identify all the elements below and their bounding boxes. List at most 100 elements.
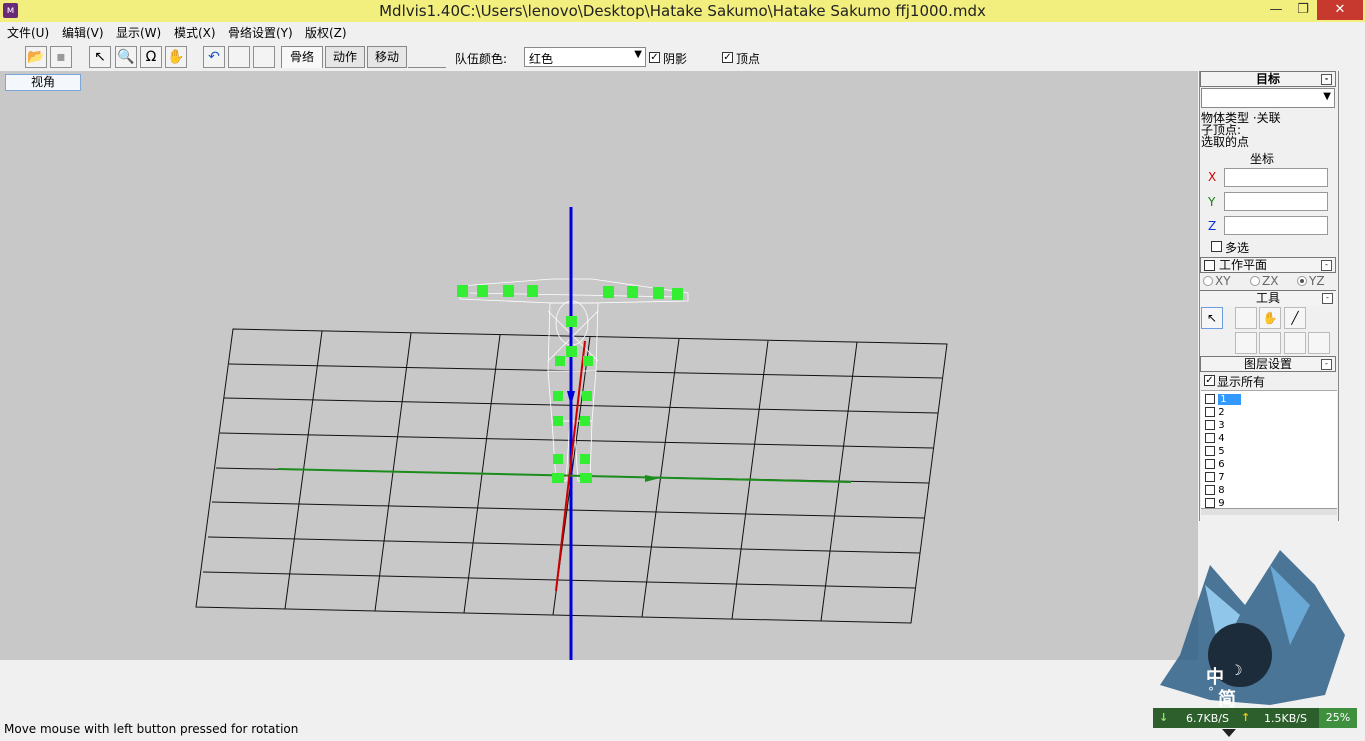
target-header: 目标 - xyxy=(1200,71,1336,87)
plane-xy-radio[interactable] xyxy=(1203,276,1213,286)
rotate-icon[interactable]: Ω xyxy=(140,46,162,68)
z-coordinate-input[interactable] xyxy=(1224,216,1328,235)
ime-widget[interactable]: 中 ☽ ° 简 xyxy=(1150,545,1350,710)
tab-underline xyxy=(408,67,446,68)
menu-display[interactable]: 显示(W) xyxy=(116,24,161,41)
coords-header: 坐标 xyxy=(1249,152,1274,166)
3d-viewport[interactable] xyxy=(0,71,1198,660)
download-speed: 6.7KB/S xyxy=(1186,712,1229,725)
menu-edit[interactable]: 编辑(V) xyxy=(62,24,104,41)
properties-panel: 目标 - ▼ 物体类型 ·关联 子顶点: 选取的点 坐标 X Y Z 多选 工作… xyxy=(1199,71,1339,521)
viewport-canvas[interactable] xyxy=(0,71,1198,660)
team-color-value: 红色 xyxy=(529,52,554,66)
moon-icon: ☽ xyxy=(1230,663,1243,679)
list-item[interactable]: 7 xyxy=(1205,471,1225,484)
tool-blank-button[interactable] xyxy=(1308,332,1330,354)
download-arrow-icon: ↓ xyxy=(1159,711,1169,724)
list-item[interactable]: 4 xyxy=(1205,432,1225,445)
x-coordinate-input[interactable] xyxy=(1224,168,1328,187)
upload-arrow-icon: ↑ xyxy=(1241,711,1251,724)
title-bar: ᴍ Mdlvis1.40C:\Users\lenovo\Desktop\Hata… xyxy=(0,0,1365,22)
plane-yz-radio[interactable] xyxy=(1297,276,1307,286)
list-item[interactable]: 1 xyxy=(1205,393,1241,406)
dropdown-arrow-icon[interactable] xyxy=(1222,729,1236,737)
plane-yz-label: YZ xyxy=(1309,274,1325,288)
cpu-percent: 25% xyxy=(1319,708,1357,728)
list-item[interactable]: 5 xyxy=(1205,445,1225,458)
plane-zx-radio[interactable] xyxy=(1250,276,1260,286)
list-item[interactable]: 8 xyxy=(1205,484,1225,497)
pan-hand-icon[interactable]: ✋ xyxy=(165,46,187,68)
axis-y-line xyxy=(277,468,852,483)
multi-select-checkbox[interactable] xyxy=(1211,241,1222,252)
menu-file[interactable]: 文件(U) xyxy=(7,24,49,41)
y-coordinate-input[interactable] xyxy=(1224,192,1328,211)
tools-header: 工具 - xyxy=(1200,290,1336,306)
tab-move[interactable]: 移动 xyxy=(367,46,407,68)
work-plane-header: 工作平面 - xyxy=(1200,257,1336,273)
redo-icon[interactable] xyxy=(228,46,250,68)
menu-bone-settings[interactable]: 骨络设置(Y) xyxy=(228,24,293,41)
plane-xy-label: XY xyxy=(1215,274,1231,288)
tab-bones[interactable]: 骨络 xyxy=(281,46,323,68)
list-item[interactable]: 6 xyxy=(1205,458,1225,471)
tool-blank-button[interactable] xyxy=(1235,307,1257,329)
team-color-label: 队伍颜色: xyxy=(455,52,508,66)
restore-button[interactable]: ❐ xyxy=(1289,0,1317,20)
x-label: X xyxy=(1208,170,1217,184)
list-item[interactable]: 2 xyxy=(1205,406,1225,419)
team-color-select[interactable]: 红色 ▼ xyxy=(524,47,646,67)
shadow-label: 阴影 xyxy=(663,52,688,66)
collapse-icon[interactable]: - xyxy=(1321,359,1332,370)
menu-mode[interactable]: 模式(X) xyxy=(174,24,216,41)
vertex-checkbox[interactable]: ✓ xyxy=(722,52,733,63)
tool-blank-button[interactable] xyxy=(1259,332,1281,354)
close-button[interactable]: ✕ xyxy=(1317,0,1363,20)
collapse-icon[interactable]: - xyxy=(1321,74,1332,85)
show-all-checkbox[interactable]: ✓ xyxy=(1204,375,1215,386)
tool-blank-button[interactable] xyxy=(1284,332,1306,354)
line-tool-icon[interactable]: ╱ xyxy=(1284,307,1306,329)
work-plane-checkbox[interactable] xyxy=(1204,260,1215,271)
network-speed-bar[interactable]: ↓ 6.7KB/S ↑ 1.5KB/S 25% xyxy=(1153,708,1357,728)
list-item[interactable]: 3 xyxy=(1205,419,1225,432)
layers-scrollbar[interactable] xyxy=(1201,508,1337,515)
plane-zx-label: ZX xyxy=(1262,274,1279,288)
vertex-label: 顶点 xyxy=(736,52,761,66)
save-icon[interactable]: ▪ xyxy=(50,46,72,68)
upload-speed: 1.5KB/S xyxy=(1264,712,1307,725)
multi-select-label: 多选 xyxy=(1225,241,1250,255)
y-label: Y xyxy=(1208,195,1216,209)
tab-animation[interactable]: 动作 xyxy=(325,46,365,68)
target-header-label: 目标 xyxy=(1255,72,1280,86)
toolbar-blank-button[interactable] xyxy=(253,46,275,68)
target-select[interactable]: ▼ xyxy=(1201,88,1335,108)
z-label: Z xyxy=(1208,219,1217,233)
collapse-icon[interactable]: - xyxy=(1322,293,1333,304)
shadow-checkbox[interactable]: ✓ xyxy=(649,52,660,63)
work-plane-label: 工作平面 xyxy=(1219,258,1268,272)
undo-icon[interactable]: ↶ xyxy=(203,46,225,68)
axis-arrow-icon xyxy=(567,391,575,406)
menu-copyright[interactable]: 版权(Z) xyxy=(305,24,347,41)
open-icon[interactable]: 📂 xyxy=(25,46,47,68)
hand-tool-icon[interactable]: ✋ xyxy=(1259,307,1281,329)
minimize-button[interactable]: — xyxy=(1262,0,1290,20)
layers-header: 图层设置 - xyxy=(1200,356,1336,372)
collapse-icon[interactable]: - xyxy=(1321,260,1332,271)
layers-list[interactable]: 1 2 3 4 5 6 7 8 9 xyxy=(1201,390,1337,509)
zoom-icon[interactable]: 🔍 xyxy=(115,46,137,68)
selected-points-label: 选取的点 xyxy=(1201,135,1250,149)
ime-dragon-icon xyxy=(1160,550,1345,705)
chevron-down-icon: ▼ xyxy=(1323,91,1331,102)
status-text: Move mouse with left button pressed for … xyxy=(4,722,299,736)
select-vertex-tool-icon[interactable]: ↖ xyxy=(1201,307,1223,329)
axis-arrow-icon xyxy=(645,475,660,482)
select-arrow-icon[interactable]: ↖ xyxy=(89,46,111,68)
window-title: Mdlvis1.40C:\Users\lenovo\Desktop\Hatake… xyxy=(379,2,986,20)
punctuation-icon: ° xyxy=(1208,685,1214,699)
show-all-label: 显示所有 xyxy=(1217,375,1266,389)
tool-blank-button[interactable] xyxy=(1235,332,1257,354)
view-angle-button[interactable]: 视角 xyxy=(5,74,81,91)
layers-header-label: 图层设置 xyxy=(1243,357,1292,371)
